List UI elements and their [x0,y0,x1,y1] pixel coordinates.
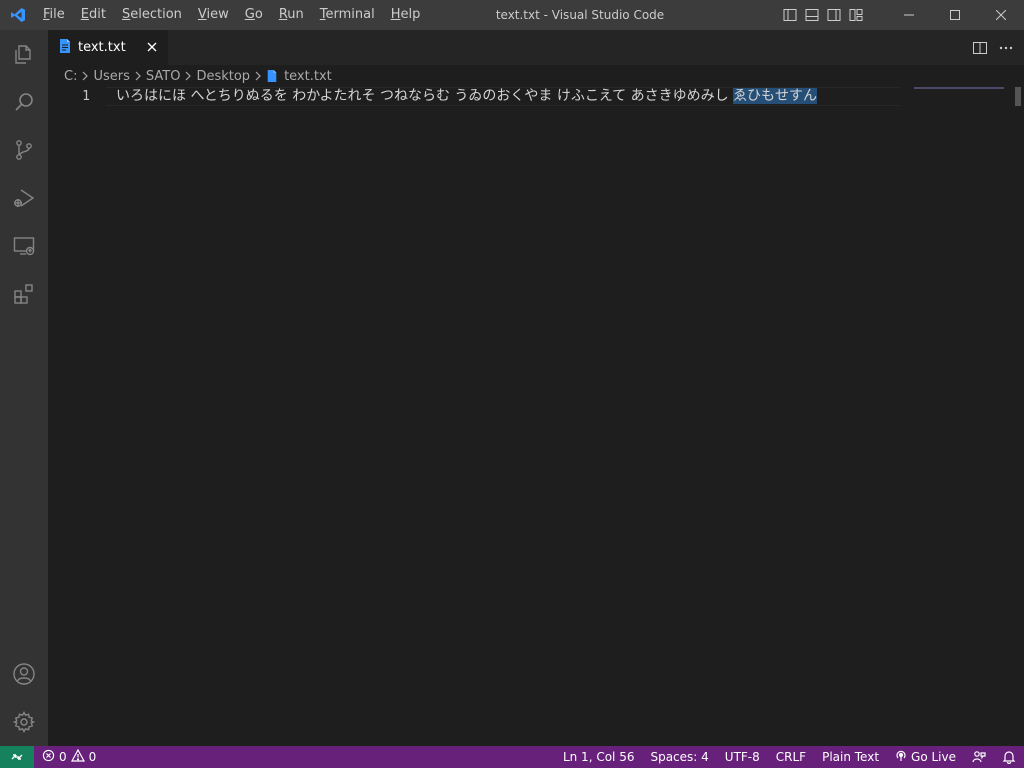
error-count: 0 [59,750,67,764]
status-bar: 0 0 Ln 1, Col 56 Spaces: 4 UTF-8 CRLF Pl… [0,746,1024,768]
scrollbar-thumb[interactable] [1015,87,1021,106]
breadcrumb: C: Users SATO Desktop text.txt [64,65,332,87]
menu-file[interactable]: File [35,0,73,30]
code-line[interactable]: いろはにほ へとちりぬるを わかよたれそ つねならむ うゐのおくやま けふこえて… [116,87,818,106]
feedback-icon[interactable] [964,750,994,764]
menu-bar: File Edit Selection View Go Run Terminal… [35,0,428,30]
file-encoding[interactable]: UTF-8 [717,750,768,764]
extensions-icon[interactable] [0,270,48,318]
vscode-logo-icon [0,0,35,30]
menu-help[interactable]: Help [383,0,429,30]
remote-indicator-icon[interactable] [0,746,34,768]
activity-bar-bottom [0,650,48,746]
close-window-button[interactable] [978,0,1024,30]
window-controls [886,0,1024,30]
editor-tab[interactable]: text.txt [48,30,168,65]
customize-layout-icon[interactable] [848,7,864,23]
status-bar-right: Ln 1, Col 56 Spaces: 4 UTF-8 CRLF Plain … [555,746,1024,768]
notifications-bell-icon[interactable] [994,750,1024,764]
selected-text: ゑひもせすん [733,88,818,104]
activity-bar [0,30,48,746]
line-text: いろはにほ へとちりぬるを わかよたれそ つねならむ うゐのおくやま けふこえて… [116,88,734,104]
accounts-icon[interactable] [0,650,48,698]
breadcrumb-sato[interactable]: SATO [146,69,181,84]
indentation[interactable]: Spaces: 4 [642,750,716,764]
editor-area: text.txt C: Users SATO Desktop text.txt [48,30,1024,746]
maximize-button[interactable] [932,0,978,30]
broadcast-icon [895,750,907,765]
warning-icon [70,748,85,765]
toggle-panel-icon[interactable] [804,7,820,23]
breadcrumb-users[interactable]: Users [93,69,129,84]
breadcrumb-file[interactable]: text.txt [284,69,332,84]
end-of-line[interactable]: CRLF [768,750,814,764]
editor-actions [972,30,1014,65]
source-control-icon[interactable] [0,126,48,174]
menu-view[interactable]: View [190,0,237,30]
tabs-row: text.txt [48,30,1024,65]
menu-edit[interactable]: Edit [73,0,114,30]
language-mode[interactable]: Plain Text [814,750,887,764]
tab-label: text.txt [78,40,126,55]
toggle-primary-sidebar-icon[interactable] [782,7,798,23]
layout-controls [782,0,864,30]
file-icon [58,38,72,58]
menu-selection[interactable]: Selection [114,0,190,30]
file-icon [266,69,278,83]
menu-run[interactable]: Run [271,0,312,30]
minimize-button[interactable] [886,0,932,30]
chevron-right-icon [254,71,262,81]
chevron-right-icon [81,71,89,81]
chevron-right-icon [184,71,192,81]
menu-terminal[interactable]: Terminal [312,0,383,30]
manage-gear-icon[interactable] [0,698,48,746]
chevron-right-icon [134,71,142,81]
toggle-secondary-sidebar-icon[interactable] [826,7,842,23]
minimap[interactable] [914,87,1010,91]
text-editor[interactable]: 1 いろはにほ へとちりぬるを わかよたれそ つねならむ うゐのおくやま けふこ… [48,87,1024,746]
remote-explorer-icon[interactable] [0,222,48,270]
breadcrumb-desktop[interactable]: Desktop [196,69,250,84]
more-actions-icon[interactable] [998,40,1014,56]
vertical-scrollbar[interactable] [1010,87,1024,746]
cursor-position[interactable]: Ln 1, Col 56 [555,750,643,764]
error-icon [42,749,55,765]
title-bar: File Edit Selection View Go Run Terminal… [0,0,1024,30]
minimap-line [914,87,1004,89]
warning-count: 0 [88,750,97,764]
go-live-label: Go Live [911,750,956,764]
problems-indicator[interactable]: 0 0 [42,748,97,765]
line-number: 1 [82,89,90,104]
close-tab-icon[interactable] [144,39,160,55]
split-editor-icon[interactable] [972,40,988,56]
run-debug-icon[interactable] [0,174,48,222]
breadcrumb-drive[interactable]: C: [64,69,77,84]
explorer-icon[interactable] [0,30,48,78]
go-live-button[interactable]: Go Live [887,750,964,765]
menu-go[interactable]: Go [237,0,271,30]
search-icon[interactable] [0,78,48,126]
